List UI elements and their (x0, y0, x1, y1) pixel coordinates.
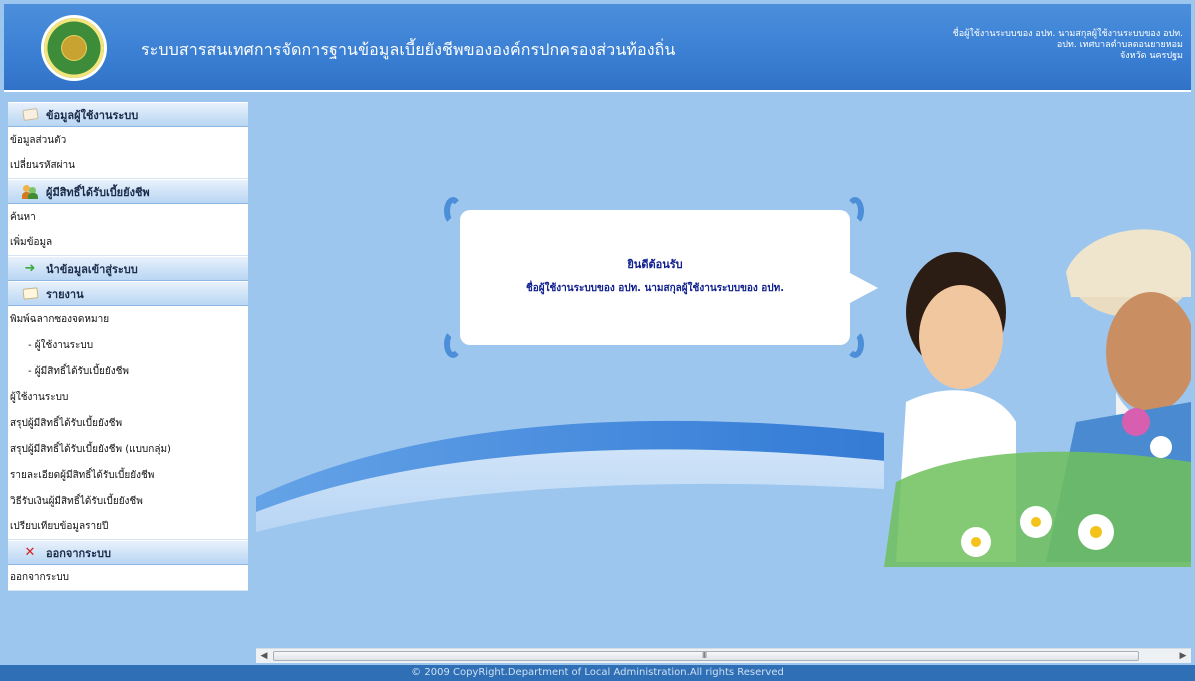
scroll-right-arrow-icon[interactable]: ▶ (1175, 649, 1191, 663)
menu-item-report-payment-method[interactable]: วิธีรับเงินผู้มีสิทธิ์ได้รับเบี้ยยังชีพ (8, 488, 248, 514)
welcome-title: ยินดีต้อนรับ (627, 258, 683, 271)
scrollbar-thumb[interactable]: III (273, 651, 1139, 661)
section-label: ออกจากระบบ (46, 546, 111, 560)
menu-item-labels-system-users[interactable]: - ผู้ใช้งานระบบ (8, 332, 248, 358)
scroll-left-arrow-icon[interactable]: ◀ (256, 649, 272, 663)
menu-item-report-beneficiary-details[interactable]: รายละเอียดผู้มีสิทธิ์ได้รับเบี้ยยังชีพ (8, 462, 248, 488)
site-title: ระบบสารสนเทศการจัดการฐานข้อมูลเบี้ยยังชี… (141, 42, 676, 59)
section-label: ข้อมูลผู้ใช้งานระบบ (46, 108, 139, 122)
menu-item-search[interactable]: ค้นหา (8, 204, 248, 230)
menu-item-report-system-users[interactable]: ผู้ใช้งานระบบ (8, 384, 248, 410)
background-wave-graphic (256, 102, 1191, 644)
horizontal-scrollbar[interactable]: ◀ III ▶ (256, 648, 1191, 663)
report-icon (21, 287, 39, 301)
menu-item-labels-beneficiaries[interactable]: - ผู้มีสิทธิ์ได้รับเบี้ยยังชีพ (8, 358, 248, 384)
user-province-line: จังหวัด นครปฐม (1120, 51, 1183, 61)
scrollbar-grip: III (702, 651, 707, 660)
app-window: ระบบสารสนเทศการจัดการฐานข้อมูลเบี้ยยังชี… (0, 0, 1195, 681)
people-icon (22, 185, 38, 199)
menu-item-report-beneficiary-summary-group[interactable]: สรุปผู้มีสิทธิ์ได้รับเบี้ยยังชีพ (แบบกลุ… (8, 436, 248, 462)
welcome-speech-box: ยินดีต้อนรับ ชื่อผู้ใช้งานระบบของ อปท. น… (460, 210, 878, 345)
site-header: ระบบสารสนเทศการจัดการฐานข้อมูลเบี้ยยังชี… (4, 4, 1191, 92)
note-icon (21, 108, 39, 122)
elderly-child-photo (884, 192, 1191, 567)
user-info: ชื่อผู้ใช้งานระบบของ อปท. นามสกุลผู้ใช้ง… (853, 29, 1183, 62)
section-header-logout[interactable]: ✕ ออกจากระบบ (8, 540, 248, 565)
section-label: รายงาน (46, 287, 84, 301)
menu-item-change-password[interactable]: เปลี่ยนรหัสผ่าน (8, 153, 248, 179)
import-arrow-icon: ➜ (24, 260, 36, 276)
menu-item-print-envelope-labels[interactable]: พิมพ์ฉลากซองจดหมาย (8, 306, 248, 332)
menu-item-logout[interactable]: ออกจากระบบ (8, 565, 248, 591)
section-label: นำข้อมูลเข้าสู่ระบบ (46, 262, 138, 276)
welcome-user-name: ชื่อผู้ใช้งานระบบของ อปท. นามสกุลผู้ใช้ง… (525, 283, 785, 294)
menu-item-add-data[interactable]: เพิ่มข้อมูล (8, 230, 248, 256)
section-header-user-info[interactable]: ข้อมูลผู้ใช้งานระบบ (8, 102, 248, 127)
department-logo-icon (44, 18, 104, 78)
section-header-import-data[interactable]: ➜ นำข้อมูลเข้าสู่ระบบ (8, 256, 248, 281)
section-header-reports[interactable]: รายงาน (8, 281, 248, 306)
section-label: ผู้มีสิทธิ์ได้รับเบี้ยยังชีพ (46, 185, 150, 199)
menu-item-personal-info[interactable]: ข้อมูลส่วนตัว (8, 127, 248, 153)
user-name-line: ชื่อผู้ใช้งานระบบของ อปท. นามสกุลผู้ใช้ง… (952, 29, 1183, 39)
welcome-content-area: ยินดีต้อนรับ ชื่อผู้ใช้งานระบบของ อปท. น… (256, 102, 1191, 644)
user-organization-line: อปท. เทศบาลตำบลดอนยายหอม (1056, 40, 1183, 50)
section-header-beneficiaries[interactable]: ผู้มีสิทธิ์ได้รับเบี้ยยังชีพ (8, 179, 248, 204)
exit-x-icon: ✕ (24, 544, 36, 560)
sidebar-menu: ข้อมูลผู้ใช้งานระบบ ข้อมูลส่วนตัว เปลี่ย… (8, 102, 248, 591)
menu-item-report-yearly-comparison[interactable]: เปรียบเทียบข้อมูลรายปี (8, 514, 248, 540)
footer-copyright: © 2009 CopyRight.Department of Local Adm… (0, 665, 1195, 681)
menu-item-report-beneficiary-summary[interactable]: สรุปผู้มีสิทธิ์ได้รับเบี้ยยังชีพ (8, 410, 248, 436)
